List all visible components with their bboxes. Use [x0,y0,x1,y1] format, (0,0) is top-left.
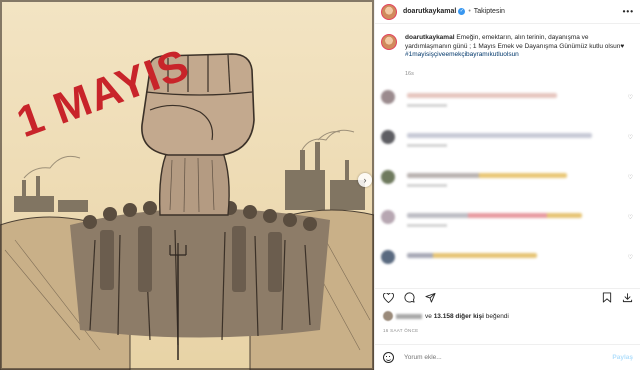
likes-suffix: beğendi [485,312,509,320]
redacted-meta [407,144,447,147]
caption-hashtag-link[interactable]: #1mayisişçiveemekçibayramıkutluolsun [405,51,630,60]
comment-like-icon[interactable]: ♡ [628,254,633,261]
follow-status-button[interactable]: Takiptesin [474,8,505,15]
post-actions [375,288,640,306]
likes-summary: ve 13.158 diğer kişi beğendi [383,311,509,321]
redacted-meta [407,104,447,107]
comment-item: ♡ [375,130,640,162]
comment-like-icon[interactable]: ♡ [628,214,633,221]
commenter-avatar[interactable] [381,90,395,104]
post-panel: doarutkaykamal ✓ • Takiptesin ••• doarut… [374,0,640,370]
redacted-comment [407,133,592,138]
post-header: doarutkaykamal ✓ • Takiptesin ••• [375,0,640,24]
redacted-comment [407,93,557,98]
comment-item: ♡ [375,170,640,202]
redacted-liker-name [396,313,422,319]
post-image[interactable]: 1 MAYIS › [0,0,374,370]
caption-username[interactable]: doarutkaykamal [405,34,455,41]
comment-item: ♡ [375,210,640,242]
add-comment-bar: Paylaş [375,344,640,370]
commenter-avatar[interactable] [381,130,395,144]
redacted-comment [407,213,582,218]
author-avatar[interactable] [381,3,397,20]
comment-input[interactable] [404,354,584,361]
likes-connector: ve [425,312,432,320]
redacted-meta [407,184,447,187]
liker-avatar[interactable] [383,311,393,321]
comment-item: ♡ [375,250,640,280]
redacted-comment [407,253,537,258]
header-separator: • [468,8,471,15]
verified-badge-icon: ✓ [458,8,466,15]
commenter-avatar[interactable] [381,210,395,224]
post-comment-button[interactable]: Paylaş [612,354,633,361]
comment-like-icon[interactable]: ♡ [628,134,633,141]
likes-count-link[interactable]: 13.158 diğer kişi [434,313,484,320]
post-timestamp[interactable]: 16 SAAT ÖNCE [383,328,418,333]
post-caption: doarutkaykamal Emeğin, emektarın, alın t… [375,30,640,82]
comment-like-icon[interactable]: ♡ [628,94,633,101]
more-options-icon[interactable]: ••• [623,7,634,16]
emoji-icon[interactable] [383,352,394,363]
author-username[interactable]: doarutkaykamal [403,8,456,15]
bookmark-icon[interactable] [602,292,612,303]
next-image-button[interactable]: › [358,173,372,187]
download-icon[interactable] [622,292,633,303]
caption-avatar[interactable] [381,34,397,50]
send-icon[interactable] [425,292,436,303]
heart-icon[interactable] [383,292,394,303]
comments-list[interactable]: doarutkaykamal Emeğin, emektarın, alın t… [375,30,640,280]
caption-time: 16s [405,70,414,77]
chevron-right-icon: › [363,175,367,185]
commenter-avatar[interactable] [381,170,395,184]
redacted-meta [407,224,447,227]
comment-like-icon[interactable]: ♡ [628,174,633,181]
commenter-avatar[interactable] [381,250,395,264]
comment-icon[interactable] [404,292,415,303]
redacted-comment [407,173,567,178]
comment-item: ♡ [375,90,640,122]
may-day-poster: 1 MAYIS [0,0,374,370]
